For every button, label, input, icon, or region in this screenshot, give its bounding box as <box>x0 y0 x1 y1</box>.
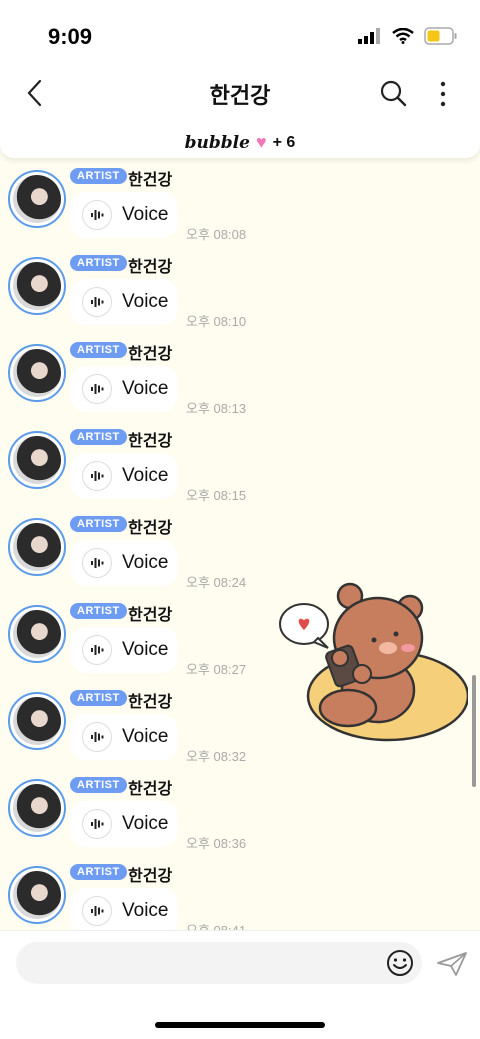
sender-name: 한건강 <box>128 781 173 798</box>
voice-wave-icon <box>82 896 112 926</box>
sender-name: 한건강 <box>128 868 173 885</box>
message-time: 오후 08:41 <box>186 920 246 930</box>
artist-badge: ARTIST <box>70 342 127 358</box>
status-bar: 9:09 <box>0 0 480 70</box>
voice-label: Voice <box>122 813 169 834</box>
message-item: ARTIST 한건강 Voice 오후 08:36 <box>0 767 480 854</box>
voice-message-bubble[interactable]: Voice <box>70 627 178 673</box>
message-time: 오후 08:15 <box>186 488 247 503</box>
sender-name: 한건강 <box>128 520 173 537</box>
voice-label: Voice <box>122 726 169 747</box>
avatar[interactable] <box>8 257 66 315</box>
avatar[interactable] <box>8 779 66 837</box>
avatar[interactable] <box>8 692 66 750</box>
message-time: 오후 08:10 <box>186 314 247 329</box>
message-item: ARTIST 한건강 Voice 오후 08:15 <box>0 419 480 506</box>
voice-label: Voice <box>122 639 169 660</box>
message-item: ARTIST 한건강 Voice 오후 08:10 <box>0 245 480 332</box>
sender-name: 한건강 <box>128 433 173 450</box>
message-time: 오후 08:36 <box>186 836 247 851</box>
heart-icon: ♥ <box>255 132 267 152</box>
emoji-icon[interactable] <box>386 949 414 977</box>
more-vertical-icon[interactable] <box>436 80 450 108</box>
artist-badge: ARTIST <box>70 864 127 880</box>
search-icon[interactable] <box>378 78 408 108</box>
sender-name: 한건강 <box>128 346 173 363</box>
message-time: 오후 08:32 <box>186 749 247 764</box>
message-time: 오후 08:27 <box>186 662 247 677</box>
chat-list[interactable]: ARTIST 한건강 Voice 오후 08:08 ARTIST 한건강 Voi… <box>0 158 480 930</box>
status-time: 9:09 <box>48 24 93 49</box>
member-count: + 6 <box>272 133 296 151</box>
voice-wave-icon <box>82 635 112 665</box>
voice-wave-icon <box>82 200 112 230</box>
bear-sticker <box>279 582 468 742</box>
voice-wave-icon <box>82 722 112 752</box>
voice-label: Voice <box>122 465 169 486</box>
message-time: 오후 08:24 <box>186 575 247 590</box>
voice-label: Voice <box>122 378 169 399</box>
page-title: 한건강 <box>209 83 271 108</box>
voice-message-bubble[interactable]: Voice <box>70 192 178 238</box>
message-item: ARTIST 한건강 Voice 오후 08:13 <box>0 332 480 419</box>
home-indicator <box>155 1022 325 1028</box>
voice-message-bubble[interactable]: Voice <box>70 366 178 412</box>
voice-message-bubble[interactable]: Voice <box>70 279 178 325</box>
avatar[interactable] <box>8 866 66 924</box>
voice-label: Voice <box>122 291 169 312</box>
message-time: 오후 08:08 <box>186 227 247 242</box>
message-time: 오후 08:13 <box>186 401 247 416</box>
artist-badge: ARTIST <box>70 168 127 184</box>
avatar[interactable] <box>8 170 66 228</box>
signal-icon <box>358 28 380 44</box>
voice-wave-icon <box>82 287 112 317</box>
voice-label: Voice <box>122 900 169 921</box>
avatar[interactable] <box>8 518 66 576</box>
composer-bar <box>0 930 480 1039</box>
artist-badge: ARTIST <box>70 690 127 706</box>
sender-name: 한건강 <box>128 694 173 711</box>
voice-wave-icon <box>82 461 112 491</box>
voice-message-bubble[interactable]: Voice <box>70 888 178 930</box>
avatar[interactable] <box>8 605 66 663</box>
voice-label: Voice <box>122 204 169 225</box>
bubble-members[interactable]: bubble ♥ + 6 <box>0 132 480 153</box>
artist-badge: ARTIST <box>70 429 127 445</box>
send-icon[interactable] <box>436 951 468 977</box>
scrollbar[interactable] <box>472 675 476 787</box>
status-icons <box>358 27 458 45</box>
voice-wave-icon <box>82 809 112 839</box>
voice-message-bubble[interactable]: Voice <box>70 714 178 760</box>
message-item: ARTIST 한건강 Voice 오후 08:41 <box>0 854 480 930</box>
message-item: ARTIST 한건강 Voice 오후 08:08 <box>0 158 480 245</box>
voice-label: Voice <box>122 552 169 573</box>
wifi-icon <box>392 28 414 44</box>
artist-badge: ARTIST <box>70 777 127 793</box>
sender-name: 한건강 <box>128 259 173 276</box>
voice-message-bubble[interactable]: Voice <box>70 453 178 499</box>
voice-wave-icon <box>82 374 112 404</box>
artist-badge: ARTIST <box>70 516 127 532</box>
artist-badge: ARTIST <box>70 255 127 271</box>
sender-name: 한건강 <box>128 172 173 189</box>
artist-badge: ARTIST <box>70 603 127 619</box>
voice-message-bubble[interactable]: Voice <box>70 801 178 847</box>
chat-header: 한건강 bubble ♥ + 6 <box>0 70 480 158</box>
sender-name: 한건강 <box>128 607 173 624</box>
avatar[interactable] <box>8 431 66 489</box>
message-input[interactable] <box>16 942 422 984</box>
voice-wave-icon <box>82 548 112 578</box>
brand-label: bubble <box>184 132 250 153</box>
voice-message-bubble[interactable]: Voice <box>70 540 178 586</box>
battery-icon <box>424 27 457 45</box>
avatar[interactable] <box>8 344 66 402</box>
